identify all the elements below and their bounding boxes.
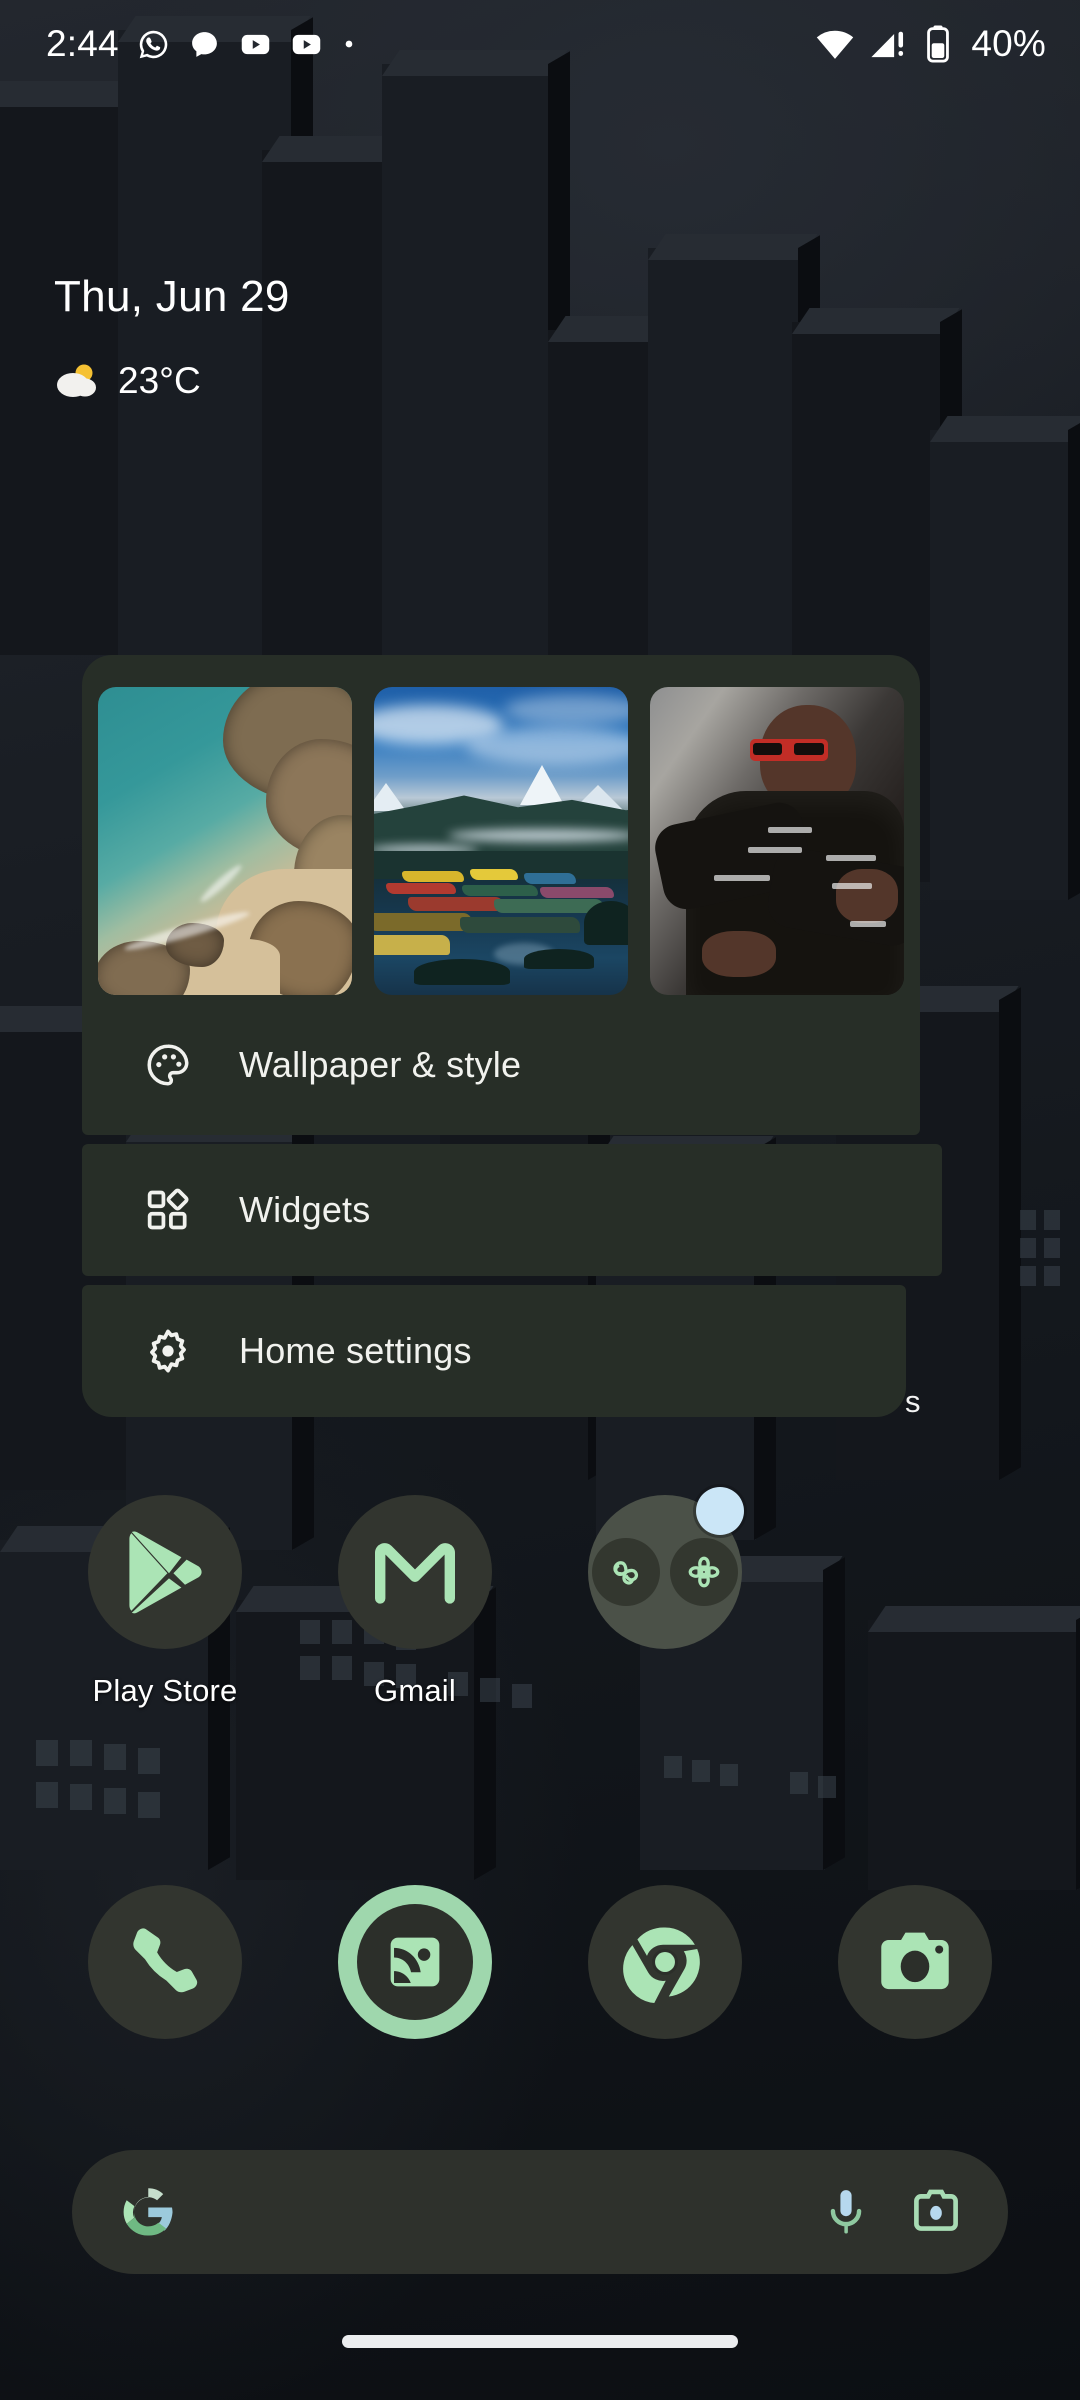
microphone-icon[interactable]: [818, 2184, 874, 2240]
chrome-icon[interactable]: [588, 1885, 742, 2039]
dock: [0, 1885, 1080, 2039]
dock-item-phone[interactable]: [40, 1885, 290, 2039]
widgets-row[interactable]: Widgets: [82, 1144, 942, 1276]
youtube-icon: [292, 34, 321, 54]
app-slot-empty: [790, 1495, 1040, 1709]
app-folder-icon[interactable]: [588, 1487, 744, 1649]
wallpaper-and-style-label: Wallpaper & style: [239, 1044, 522, 1085]
photos-icon[interactable]: [338, 1885, 492, 2039]
wallpaper-and-style-item[interactable]: Wallpaper & style: [82, 655, 920, 1135]
photos-icon-inner: [357, 1904, 473, 2020]
whatsapp-icon: [139, 30, 168, 58]
google-search-bar[interactable]: [72, 2150, 1008, 2274]
google-lens-icon[interactable]: [908, 2184, 964, 2240]
dock-item-photos[interactable]: [290, 1885, 540, 2039]
home-screen-popup-menu: Wallpaper & style Widgets Home settings: [82, 655, 942, 1417]
app-folder[interactable]: [540, 1487, 790, 1709]
battery-percent-label: 40%: [971, 23, 1046, 64]
partly-cloudy-icon: [57, 364, 96, 397]
palette-icon: [142, 1039, 194, 1091]
wifi-icon: [817, 30, 854, 59]
phone-icon[interactable]: [88, 1885, 242, 2039]
status-bar-clock: 2:44: [46, 23, 119, 64]
notification-badge-dot: [696, 1487, 744, 1535]
messages-icon: [191, 31, 217, 57]
wallpaper-and-style-row[interactable]: Wallpaper & style: [82, 995, 920, 1135]
gesture-navigation-pill[interactable]: [342, 2335, 738, 2348]
mountain-lake-wallpaper-thumbnail[interactable]: [374, 687, 628, 995]
folder-app-1: [592, 1538, 660, 1606]
widgets-menu-item[interactable]: Widgets: [82, 1144, 942, 1276]
temperature-label: 23°C: [118, 360, 201, 401]
home-settings-label: Home settings: [239, 1330, 472, 1371]
cellular-signal-alert-icon: [871, 31, 904, 58]
dock-item-camera[interactable]: [790, 1885, 1040, 2039]
gmail-icon[interactable]: [338, 1495, 492, 1649]
weather-row[interactable]: 23°C: [54, 360, 290, 402]
widgets-icon: [142, 1184, 194, 1236]
home-settings-menu-item[interactable]: Home settings: [82, 1285, 906, 1417]
camera-icon[interactable]: [838, 1885, 992, 2039]
smartspace-widget[interactable]: Thu, Jun 29 23°C: [54, 272, 290, 402]
date-label: Thu, Jun 29: [54, 272, 290, 321]
app-grid: Play Store Gmail: [0, 1487, 1080, 1709]
app-play-store[interactable]: Play Store: [40, 1495, 290, 1709]
play-store-icon[interactable]: [88, 1495, 242, 1649]
gear-icon: [142, 1325, 194, 1377]
app-label: Play Store: [92, 1673, 238, 1708]
folder-app-2: [670, 1538, 738, 1606]
status-bar: 2:44 40%: [0, 0, 1080, 88]
folder-preview: [592, 1538, 738, 1606]
overflow-dot-icon: [345, 40, 353, 48]
status-bar-right: 40%: [814, 23, 1046, 65]
home-settings-row[interactable]: Home settings: [82, 1285, 906, 1417]
wallpaper-thumbnail-row: [82, 687, 920, 995]
youtube-icon: [241, 34, 270, 54]
widgets-label: Widgets: [239, 1189, 371, 1230]
status-bar-left: 2:44: [46, 23, 357, 65]
battery-icon: [927, 25, 950, 63]
google-g-icon[interactable]: [116, 2180, 180, 2244]
dock-item-chrome[interactable]: [540, 1885, 790, 2039]
aerial-coast-wallpaper-thumbnail[interactable]: [98, 687, 352, 995]
app-label: Gmail: [374, 1673, 456, 1708]
app-gmail[interactable]: Gmail: [290, 1495, 540, 1709]
f1-driver-wallpaper-thumbnail[interactable]: [650, 687, 904, 995]
